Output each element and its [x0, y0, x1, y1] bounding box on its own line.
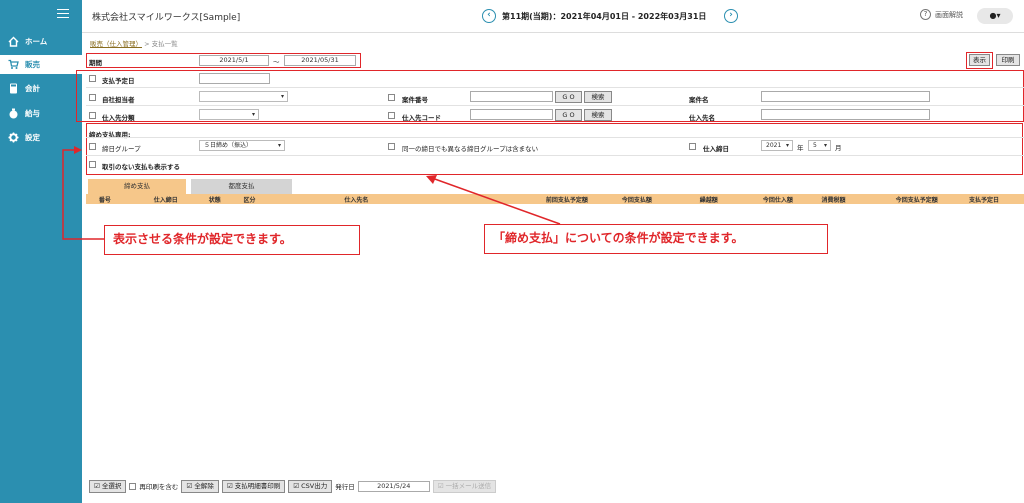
deselect-all-label: 全解除 [194, 481, 214, 490]
callout-display-conditions: 表示させる条件が設定できます。 [104, 225, 360, 255]
print-statement-button[interactable]: ☑ 支払明細書印刷 [221, 479, 286, 493]
include-reprint-checkbox[interactable] [129, 482, 137, 490]
issue-date-input[interactable]: 2021/5/24 [357, 480, 430, 492]
csv-output-label: CSV出力 [301, 481, 328, 490]
bulk-mail-label: 一括メール送信 [445, 481, 492, 490]
issue-date-label: 発行日 [335, 483, 355, 491]
callout-closing-conditions: 「締め支払」についての条件が設定できます。 [484, 224, 828, 254]
bulk-mail-button[interactable]: ☑ 一括メール送信 [432, 479, 497, 493]
footer-toolbar: ☑ 全選択 再印刷を含む ☑ 全解除 ☑ 支払明細書印刷 ☑ CSV出力 発行日… [86, 477, 1024, 495]
include-reprint-label: 再印刷を含む [139, 483, 179, 491]
print-statement-label: 支払明細書印刷 [234, 481, 281, 490]
csv-output-button[interactable]: ☑ CSV出力 [288, 479, 333, 493]
deselect-all-button[interactable]: ☑ 全解除 [181, 479, 219, 493]
select-all-button[interactable]: ☑ 全選択 [89, 479, 127, 493]
select-all-label: 全選択 [101, 481, 122, 490]
